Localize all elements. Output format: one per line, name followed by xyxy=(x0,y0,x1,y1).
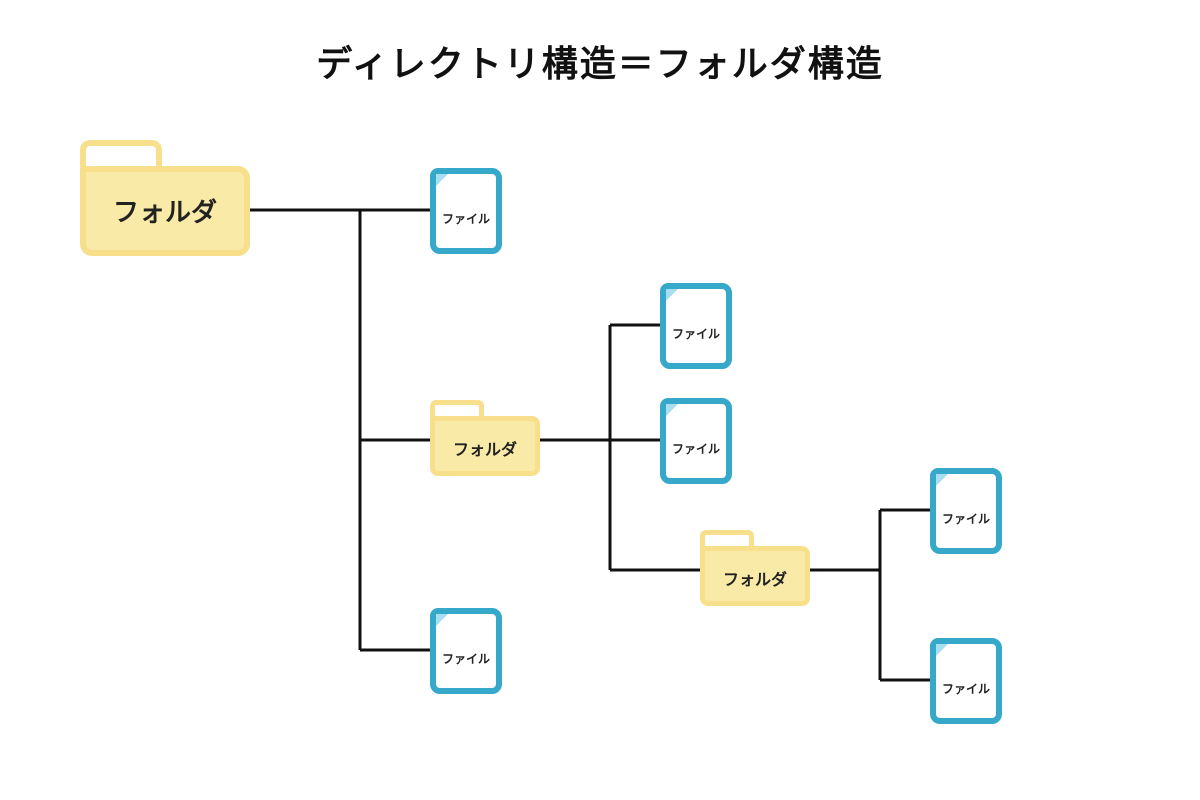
file-fold-inner-icon xyxy=(436,614,448,626)
file-fold-inner-icon xyxy=(936,644,948,656)
file-fold-inner-icon xyxy=(666,289,678,301)
file-node: ファイル xyxy=(430,608,502,694)
file-node: ファイル xyxy=(930,638,1002,724)
file-node: ファイル xyxy=(930,468,1002,554)
file-label: ファイル xyxy=(930,510,1002,527)
sub-folder: フォルダ xyxy=(430,400,540,472)
root-folder: フォルダ xyxy=(80,140,250,250)
diagram-stage: ディレクトリ構造＝フォルダ構造 xyxy=(0,0,1200,800)
file-fold-inner-icon xyxy=(436,174,448,186)
folder-label: フォルダ xyxy=(700,566,810,590)
sub-sub-folder: フォルダ xyxy=(700,530,810,602)
file-node: ファイル xyxy=(660,398,732,484)
file-label: ファイル xyxy=(430,210,502,227)
connector-lines xyxy=(0,0,1200,800)
file-label: ファイル xyxy=(930,680,1002,697)
file-label: ファイル xyxy=(660,440,732,457)
file-label: ファイル xyxy=(660,325,732,342)
file-fold-inner-icon xyxy=(936,474,948,486)
file-label: ファイル xyxy=(430,650,502,667)
file-node: ファイル xyxy=(430,168,502,254)
folder-label: フォルダ xyxy=(430,436,540,460)
file-node: ファイル xyxy=(660,283,732,369)
folder-label: フォルダ xyxy=(80,192,250,229)
file-fold-inner-icon xyxy=(666,404,678,416)
